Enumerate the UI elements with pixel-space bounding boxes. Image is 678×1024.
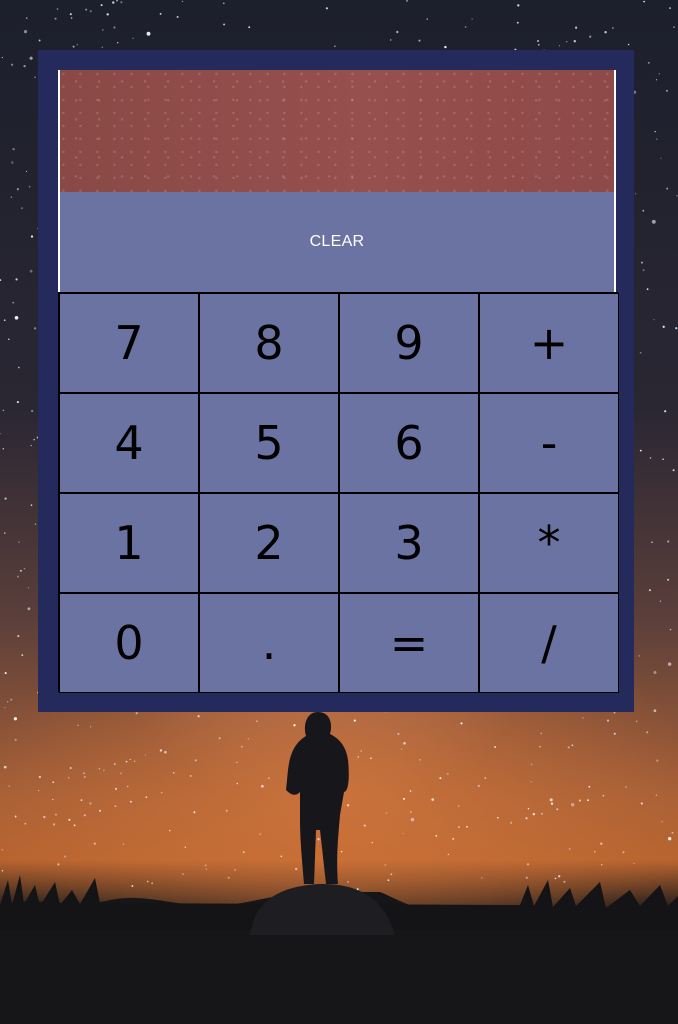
key-divide-button[interactable]: / (479, 593, 619, 693)
key-6-button[interactable]: 6 (339, 393, 479, 493)
key-8-button[interactable]: 8 (199, 293, 339, 393)
calculator-body: CLEAR 7 8 9 +4 5 6- 1 2 3 * 0. = / (58, 70, 619, 693)
key-minus-button[interactable]: - (479, 393, 619, 493)
key-multiply-button[interactable]: * (479, 493, 619, 593)
calculator-frame: CLEAR 7 8 9 +4 5 6- 1 2 3 * 0. = / (38, 50, 634, 712)
calculator-display (58, 70, 616, 192)
key-0-button[interactable]: 0 (59, 593, 199, 693)
key-3-button[interactable]: 3 (339, 493, 479, 593)
key-plus-button[interactable]: + (479, 293, 619, 393)
key-9-button[interactable]: 9 (339, 293, 479, 393)
key-1-button[interactable]: 1 (59, 493, 199, 593)
key-4-button[interactable]: 4 (59, 393, 199, 493)
keypad: 7 8 9 +4 5 6- 1 2 3 * 0. = / (58, 292, 619, 693)
clear-button[interactable]: CLEAR (58, 192, 616, 292)
key-decimal-button[interactable]: . (199, 593, 339, 693)
key-2-button[interactable]: 2 (199, 493, 339, 593)
key-equals-button[interactable]: = (339, 593, 479, 693)
key-5-button[interactable]: 5 (199, 393, 339, 493)
key-7-button[interactable]: 7 (59, 293, 199, 393)
